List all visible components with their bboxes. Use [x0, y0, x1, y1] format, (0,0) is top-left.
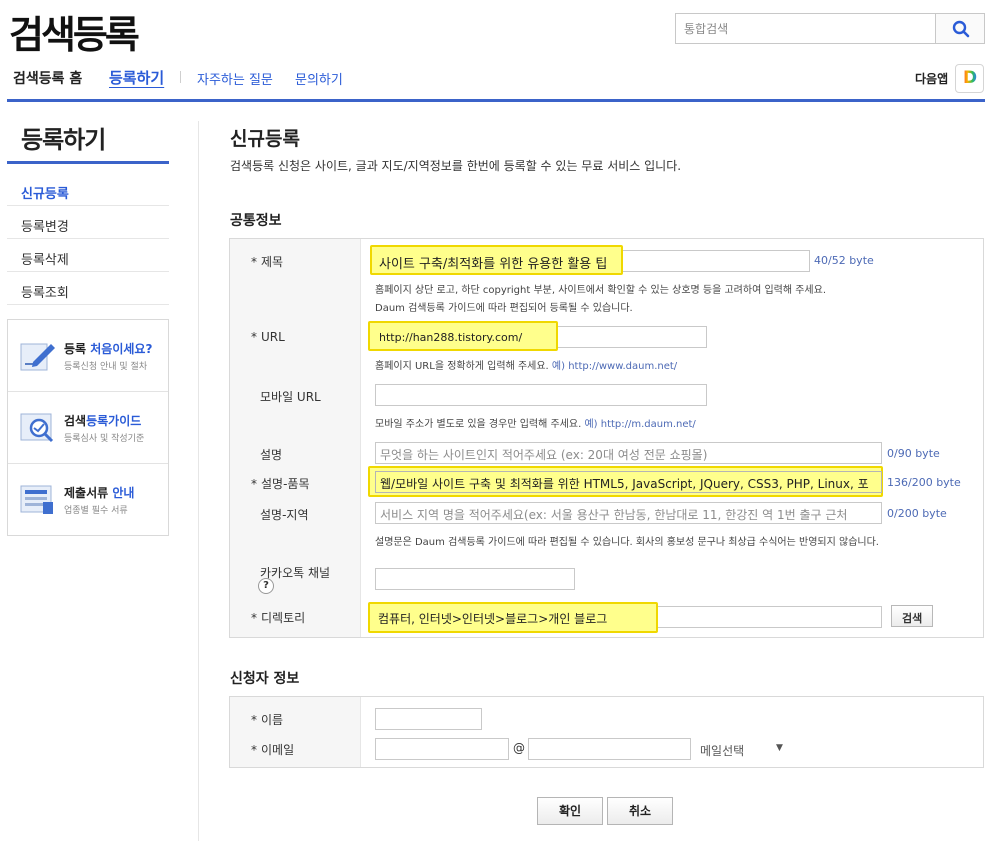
mobile-url-example: 예) http://m.daum.net/	[584, 419, 696, 430]
search-button[interactable]	[935, 14, 984, 43]
promo-guide-sub: 등록심사 및 작성기준	[64, 434, 145, 444]
nav-home[interactable]: 검색등록 홈	[13, 68, 82, 88]
promo-guide-accent: 등록가이드	[86, 414, 142, 428]
promo-first-time-prefix: 등록	[64, 342, 91, 356]
kakao-input[interactable]	[375, 568, 575, 590]
sidebar-item-new[interactable]: 신규등록	[7, 173, 169, 206]
nav-separator	[180, 71, 181, 83]
chevron-down-icon[interactable]: ▼	[776, 743, 783, 753]
mail-select-dropdown[interactable]: 메일선택	[700, 742, 744, 759]
promo-first-time[interactable]: 등록 처음이세요? 등록신청 안내 및 절차	[8, 320, 168, 392]
url-label: * URL	[251, 330, 285, 344]
search-box	[675, 13, 985, 44]
daum-app-icon[interactable]: D	[955, 64, 984, 93]
promo-guide-prefix: 검색	[64, 414, 87, 428]
section-title-common: 공통정보	[230, 213, 282, 229]
nav-faq[interactable]: 자주하는 질문	[197, 69, 273, 88]
sidebar-divider	[7, 161, 169, 164]
title-value: 사이트 구축/최적화를 위한 유용한 활용 팁	[379, 257, 608, 272]
promo-documents-accent: 안내	[112, 486, 135, 500]
mobile-url-input[interactable]	[375, 384, 707, 406]
mobile-url-hint: 모바일 주소가 별도로 있을 경우만 입력해 주세요. 예) http://m.…	[375, 419, 696, 430]
page-description: 검색등록 신청은 사이트, 글과 지도/지역정보를 한번에 등록할 수 있는 무…	[230, 159, 682, 173]
pencil-note-icon	[20, 343, 55, 371]
name-input[interactable]	[375, 708, 482, 730]
mobile-url-label: 모바일 URL	[260, 390, 321, 404]
desc-region-byte-count: 0/200 byte	[887, 507, 947, 520]
directory-value: 컴퓨터, 인터넷>인터넷>블로그>개인 블로그	[378, 612, 608, 626]
desc-item-input[interactable]: 웹/모바일 사이트 구축 및 최적화를 위한 HTML5, JavaScript…	[375, 471, 882, 493]
url-example: 예) http://www.daum.net/	[551, 361, 678, 372]
sidebar-item-delete[interactable]: 등록삭제	[7, 239, 169, 272]
confirm-button[interactable]: 확인	[537, 797, 603, 825]
search-icon	[952, 20, 970, 38]
title-label: * 제목	[251, 255, 284, 269]
page-title: 신규등록	[230, 128, 300, 150]
title-byte-count: 40/52 byte	[814, 254, 874, 267]
directory-label: * 디렉토리	[251, 611, 306, 625]
desc-region-input[interactable]: 서비스 지역 명을 적어주세요(ex: 서울 용산구 한남동, 한남대로 11,…	[375, 502, 882, 524]
promo-first-time-sub: 등록신청 안내 및 절차	[64, 362, 148, 372]
nav-register[interactable]: 등록하기	[109, 67, 164, 88]
sidebar-item-lookup[interactable]: 등록조회	[7, 272, 169, 305]
promo-documents[interactable]: 제출서류 안내 업종별 필수 서류	[8, 464, 168, 536]
url-value: http://han288.tistory.com/	[379, 331, 523, 344]
promo-first-time-title: 등록 처음이세요?	[64, 340, 152, 357]
nav-contact[interactable]: 문의하기	[295, 69, 343, 88]
promo-documents-title: 제출서류 안내	[64, 484, 134, 501]
header-divider	[7, 99, 985, 102]
desc-label: 설명	[260, 448, 283, 462]
promo-guide-title: 검색등록가이드	[64, 412, 141, 429]
top-navigation: 검색등록 홈 등록하기 자주하는 질문 문의하기 다음앱 D	[0, 62, 1000, 98]
directory-search-button[interactable]: 검색	[891, 605, 934, 627]
common-info-form	[229, 238, 984, 638]
promo-first-time-accent: 처음이세요?	[90, 342, 153, 356]
name-label: * 이름	[251, 713, 284, 727]
promo-documents-sub: 업종별 필수 서류	[64, 506, 128, 516]
content-divider	[198, 121, 199, 841]
title-hint-2: Daum 검색등록 가이드에 따라 편집되어 등록될 수 있습니다.	[375, 303, 633, 314]
cancel-button[interactable]: 취소	[607, 797, 673, 825]
search-input[interactable]	[684, 20, 934, 38]
sidebar-promo: 등록 처음이세요? 등록신청 안내 및 절차 검색등록가이드 등록심사 및 작성…	[7, 319, 169, 536]
desc-item-label: * 설명-품목	[251, 477, 310, 491]
section-title-applicant: 신청자 정보	[230, 671, 300, 687]
email-domain-input[interactable]	[528, 738, 691, 760]
desc-input[interactable]: 무엇을 하는 사이트인지 적어주세요 (ex: 20대 여성 전문 쇼핑몰)	[375, 442, 882, 464]
sidebar-menu: 신규등록 등록변경 등록삭제 등록조회	[7, 173, 169, 305]
promo-guide[interactable]: 검색등록가이드 등록심사 및 작성기준	[8, 392, 168, 464]
desc-byte-count: 0/90 byte	[887, 447, 940, 460]
promo-documents-prefix: 제출서류	[64, 486, 113, 500]
email-label: * 이메일	[251, 743, 295, 757]
applicant-label-column	[230, 697, 361, 767]
desc-region-hint: 설명문은 Daum 검색등록 가이드에 따라 편집될 수 있습니다. 회사의 홍…	[375, 537, 879, 548]
url-hint: 홈페이지 URL을 정확하게 입력해 주세요. 예) http://www.da…	[375, 361, 678, 372]
sidebar-item-change[interactable]: 등록변경	[7, 206, 169, 239]
email-at-sign: @	[513, 741, 525, 755]
daum-app-label[interactable]: 다음앱	[915, 70, 948, 87]
daum-app-icon-letter: D	[963, 68, 978, 88]
email-id-input[interactable]	[375, 738, 509, 760]
sidebar-title: 등록하기	[21, 126, 106, 154]
title-hint-1: 홈페이지 상단 로고, 하단 copyright 부분, 사이트에서 확인할 수…	[375, 285, 827, 296]
site-logo[interactable]: 검색등록	[9, 4, 140, 59]
desc-region-label: 설명-지역	[260, 508, 309, 522]
documents-icon	[20, 485, 53, 514]
kakao-help-icon[interactable]: ?	[258, 578, 274, 594]
magnifier-guide-icon	[20, 413, 54, 443]
desc-item-byte-count: 136/200 byte	[887, 476, 961, 489]
